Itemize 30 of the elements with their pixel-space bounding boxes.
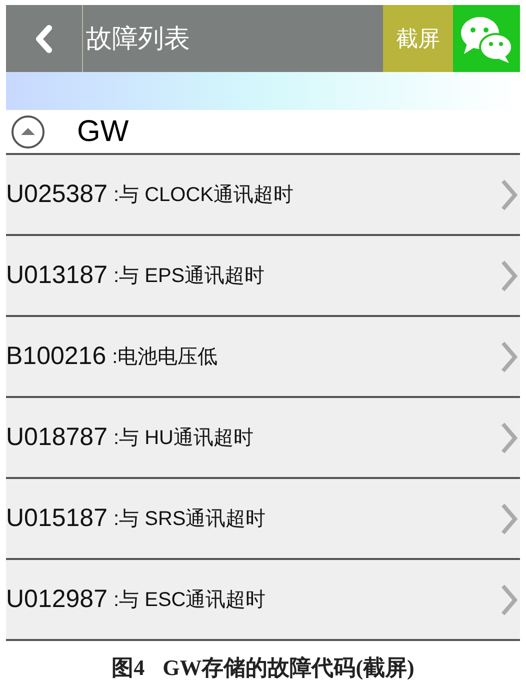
- chevron-right-icon: [500, 502, 518, 536]
- fault-row[interactable]: U015187 :与 SRS通讯超时: [6, 479, 520, 560]
- fault-row[interactable]: U012987 :与 ESC通讯超时: [6, 560, 520, 641]
- fault-row[interactable]: U013187 :与 EPS通讯超时: [6, 236, 520, 317]
- chevron-right-icon: [500, 178, 518, 212]
- fault-description: :与 SRS通讯超时: [113, 506, 266, 532]
- chevron-right-icon: [500, 420, 518, 454]
- fault-code: U015187: [6, 502, 108, 534]
- fault-description: :电池电压低: [112, 344, 218, 370]
- fault-description: :与 ESC通讯超时: [113, 588, 266, 612]
- fault-row[interactable]: U018787 :与 HU通讯超时: [6, 398, 520, 479]
- group-name: GW: [77, 114, 129, 150]
- fault-code: U012987: [6, 584, 108, 615]
- chevron-right-icon: [500, 340, 518, 374]
- fault-row[interactable]: U025387 :与 CLOCK通讯超时: [6, 155, 520, 236]
- fault-description: :与 EPS通讯超时: [113, 264, 265, 288]
- fault-code: U018787: [6, 422, 108, 453]
- screen-title: 故障列表: [85, 22, 191, 55]
- fault-description: :与 HU通讯超时: [113, 426, 254, 450]
- fault-code: U025387: [6, 178, 108, 210]
- wechat-button[interactable]: [453, 5, 520, 72]
- figure-caption: GW存储的故障代码(截屏): [162, 654, 414, 682]
- fault-code: U013187: [6, 260, 108, 291]
- chevron-right-icon: [500, 582, 518, 616]
- fault-row[interactable]: B100216 :电池电压低: [6, 317, 520, 398]
- chevron-right-icon: [500, 258, 518, 292]
- figure-label: 图4: [112, 654, 145, 682]
- fault-description: :与 CLOCK通讯超时: [113, 182, 294, 208]
- fault-code: B100216: [6, 340, 106, 372]
- back-icon: [35, 24, 53, 52]
